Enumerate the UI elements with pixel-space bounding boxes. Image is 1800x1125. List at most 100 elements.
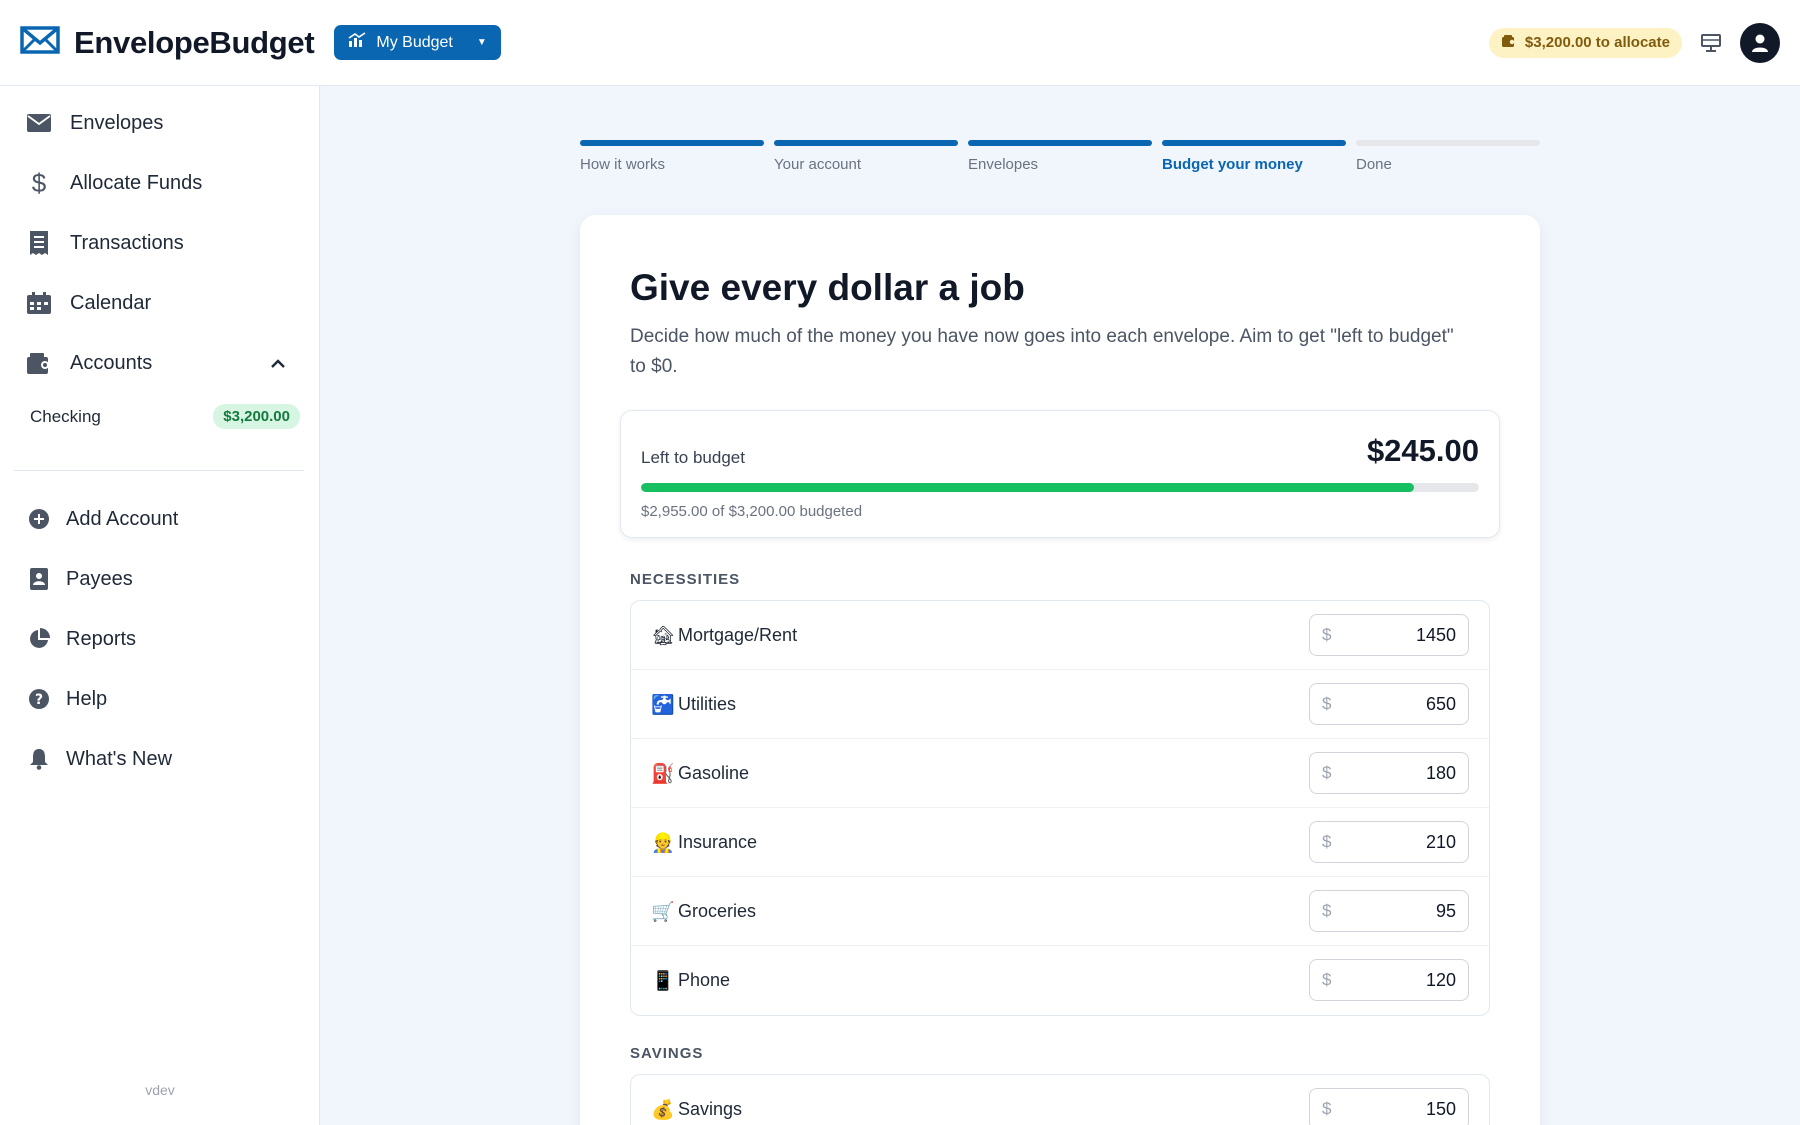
pie-chart-icon (26, 626, 52, 652)
envelope-name: Groceries (678, 900, 757, 921)
step-your-account[interactable]: Your account (774, 140, 958, 173)
step-label: Envelopes (968, 156, 1039, 173)
currency-symbol: $ (1322, 1099, 1332, 1118)
envelope-row-gasoline: ⛽ Gasoline $ (631, 739, 1489, 808)
budget-selector-button[interactable]: My Budget ▼ (334, 25, 501, 60)
currency-symbol: $ (1322, 763, 1332, 782)
sidebar-item-payees[interactable]: Payees (26, 566, 133, 592)
dollar-icon: $ (31, 167, 47, 198)
money-bag-icon: 💰 (651, 1099, 675, 1121)
page-description: Decide how much of the money you have no… (630, 326, 1454, 377)
envelope-name: Utilities (678, 693, 737, 714)
page-title: Give every dollar a job (630, 267, 1025, 308)
envelope-row-savings: 💰 Savings $ (631, 1075, 1489, 1125)
left-to-budget-amount: $245.00 (1366, 433, 1479, 468)
amount-input[interactable] (1331, 1098, 1456, 1120)
envelope-row-phone: 📱 Phone $ (631, 946, 1489, 1015)
amount-input[interactable] (1331, 762, 1456, 784)
sidebar-item-label: Calendar (70, 291, 152, 314)
amount-field[interactable]: $ (1309, 821, 1469, 863)
amount-input[interactable] (1331, 693, 1456, 715)
user-avatar[interactable] (1740, 22, 1780, 63)
sidebar-item-label: Help (66, 687, 108, 710)
step-envelopes[interactable]: Envelopes (968, 140, 1152, 173)
budgeted-summary: $2,955.00 of $3,200.00 budgeted (641, 503, 863, 520)
budget-progress-fill (641, 483, 1415, 492)
step-done[interactable]: Done (1356, 140, 1540, 173)
currency-symbol: $ (1322, 970, 1332, 989)
envelope-name: Insurance (678, 831, 758, 852)
amount-input[interactable] (1331, 624, 1456, 646)
step-bar (1356, 140, 1540, 146)
sidebar-item-label: What's New (66, 747, 173, 770)
step-bar (580, 140, 764, 146)
envelope-name: Savings (678, 1099, 743, 1119)
envelope-name: Mortgage/Rent (678, 624, 798, 645)
step-how-it-works[interactable]: How it works (580, 140, 764, 173)
sidebar-item-calendar[interactable]: Calendar (26, 290, 151, 316)
envelope-group-savings: 💰 Savings $ (630, 1074, 1490, 1125)
step-label: Budget your money (1162, 156, 1303, 173)
account-balance-badge: $3,200.00 (213, 404, 300, 429)
step-bar (968, 140, 1152, 146)
plus-circle-icon (26, 506, 52, 532)
sidebar-item-whats-new[interactable]: What's New (26, 746, 172, 772)
chevron-down-icon: ▼ (476, 37, 487, 48)
sidebar-item-allocate-funds[interactable]: $ Allocate Funds (26, 167, 203, 198)
to-allocate-badge[interactable]: $3,200.00 to allocate (1488, 27, 1682, 58)
envelope-group-necessities: 🏚 Mortgage/Rent $ 🚰 Utilities $ ⛽ Gasoli… (630, 600, 1490, 1016)
amount-input[interactable] (1331, 969, 1456, 991)
shopping-cart-icon: 🛒 (651, 900, 675, 923)
amount-field[interactable]: $ (1309, 752, 1469, 794)
step-bar (1162, 140, 1346, 146)
sidebar-item-help[interactable]: ? Help (26, 686, 107, 712)
worker-icon: 👷 (651, 831, 675, 854)
amount-field[interactable]: $ (1309, 683, 1469, 725)
currency-symbol: $ (1322, 625, 1332, 644)
account-checking[interactable]: Checking $3,200.00 (30, 404, 300, 429)
sidebar-item-reports[interactable]: Reports (26, 626, 136, 652)
app-version: vdev (145, 1082, 175, 1098)
calendar-icon (26, 290, 52, 316)
app-logo[interactable]: EnvelopeBudget (20, 24, 315, 61)
left-to-budget-label: Left to budget (641, 448, 745, 467)
envelope-icon (26, 110, 52, 136)
amount-field[interactable]: $ (1309, 959, 1469, 1001)
mobile-phone-icon: 📱 (651, 970, 675, 992)
amount-input[interactable] (1331, 831, 1456, 853)
chevron-up-icon[interactable] (270, 356, 286, 372)
amount-field[interactable]: $ (1309, 1088, 1469, 1125)
sidebar: Envelopes $ Allocate Funds Transactions … (0, 86, 320, 1125)
sidebar-item-envelopes[interactable]: Envelopes (26, 110, 163, 136)
sidebar-item-label: Envelopes (70, 111, 164, 134)
amount-field[interactable]: $ (1309, 614, 1469, 656)
step-label: Your account (774, 156, 862, 173)
budget-selector-label: My Budget (376, 33, 453, 51)
bell-icon (26, 746, 52, 772)
amount-input[interactable] (1331, 900, 1456, 922)
step-bar (774, 140, 958, 146)
amount-field[interactable]: $ (1309, 890, 1469, 932)
monitor-icon[interactable] (1698, 30, 1724, 56)
receipt-icon (26, 230, 52, 256)
step-label: How it works (580, 156, 666, 173)
account-name: Checking (30, 406, 101, 426)
sidebar-divider (14, 470, 304, 471)
step-budget-your-money[interactable]: Budget your money (1162, 140, 1346, 173)
left-to-budget-panel: Left to budget $245.00 $2,955.00 of $3,2… (620, 410, 1500, 538)
app-name: EnvelopeBudget (74, 24, 315, 60)
envelope-name: Phone (678, 970, 731, 990)
sidebar-item-label: Allocate Funds (70, 171, 203, 194)
budget-card: Give every dollar a job Decide how much … (580, 215, 1540, 1125)
envelope-row-insurance: 👷 Insurance $ (631, 808, 1489, 877)
contact-icon (26, 566, 52, 592)
section-label-necessities: NECESSITIES (630, 571, 741, 588)
sidebar-item-transactions[interactable]: Transactions (26, 230, 184, 256)
currency-symbol: $ (1322, 832, 1332, 851)
svg-text:?: ? (35, 692, 43, 708)
sidebar-item-add-account[interactable]: Add Account (26, 506, 178, 532)
to-allocate-text: $3,200.00 to allocate (1524, 34, 1670, 51)
sidebar-item-accounts[interactable]: Accounts (26, 350, 152, 376)
sidebar-item-label: Payees (66, 567, 133, 590)
envelope-row-groceries: 🛒 Groceries $ (631, 877, 1489, 946)
